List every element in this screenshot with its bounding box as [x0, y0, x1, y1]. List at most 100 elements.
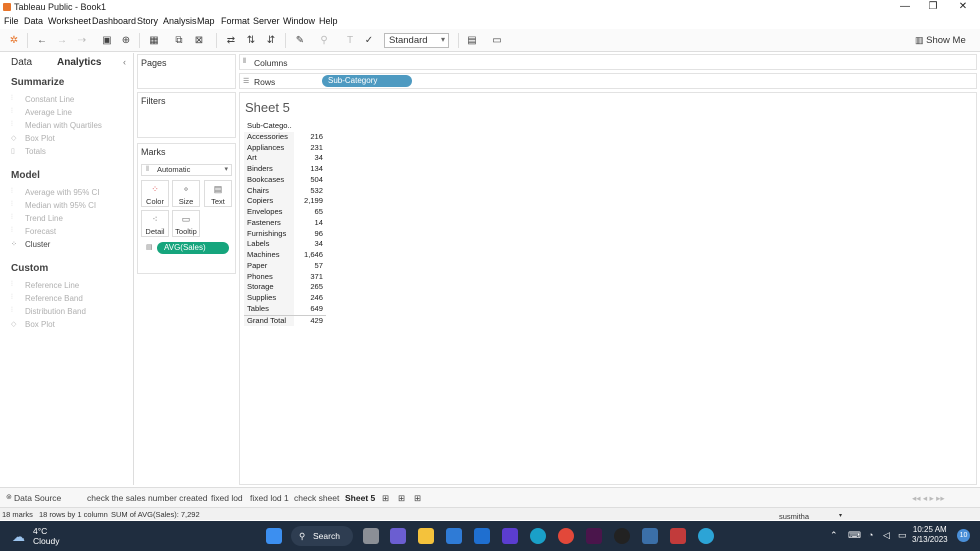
menu-data[interactable]: Data	[24, 16, 43, 26]
item-reference-line[interactable]: Reference Line	[25, 281, 79, 290]
minimize-icon[interactable]: —	[890, 1, 920, 13]
avg-sales-cell[interactable]: 504	[294, 175, 326, 186]
new-story-icon[interactable]: ⊞	[414, 493, 421, 504]
item-trend-line[interactable]: Trend Line	[25, 214, 63, 223]
tab-data[interactable]: Data	[11, 57, 32, 68]
sort-ascending-icon[interactable]: ⇅	[244, 34, 258, 47]
sub-category-cell[interactable]: Bookcases	[244, 174, 294, 186]
group-icon[interactable]: ⚲	[317, 34, 331, 47]
item-median-quartiles[interactable]: Median with Quartiles	[25, 121, 102, 130]
sub-category-pill[interactable]: Sub-Category	[322, 75, 412, 87]
sub-category-cell[interactable]: Tables	[244, 303, 294, 315]
avg-sales-cell[interactable]: 57	[294, 261, 326, 272]
sub-category-cell[interactable]: Paper	[244, 260, 294, 272]
avg-sales-cell[interactable]: 2,199	[294, 196, 326, 207]
store-icon[interactable]	[446, 528, 462, 544]
back-icon[interactable]: ←	[35, 34, 49, 47]
avg-sales-cell[interactable]: 371	[294, 272, 326, 283]
sub-category-cell[interactable]: Art	[244, 153, 294, 164]
size-button[interactable]: ⚬ Size	[172, 180, 200, 207]
globe-icon[interactable]	[698, 528, 714, 544]
slack-icon[interactable]	[586, 528, 602, 544]
new-worksheet-icon[interactable]: ▦	[147, 34, 161, 47]
start-icon[interactable]	[266, 528, 282, 544]
avg-sales-cell[interactable]: 246	[294, 293, 326, 304]
sub-category-cell[interactable]: Labels	[244, 239, 294, 250]
avg-sales-cell[interactable]: 231	[294, 143, 326, 154]
tableau-public-taskbar-icon[interactable]	[670, 528, 686, 544]
highlight-icon[interactable]: ✎	[293, 34, 307, 47]
weather-widget[interactable]: 4°C Cloudy	[33, 526, 59, 546]
grand-total-value[interactable]: 429	[294, 314, 326, 327]
forward-icon[interactable]: →	[55, 34, 69, 47]
avg-sales-cell[interactable]: 134	[294, 164, 326, 175]
detail-button[interactable]: ⁖ Detail	[141, 210, 169, 237]
redo-icon[interactable]: ⇢	[75, 34, 89, 47]
item-distribution-band[interactable]: Distribution Band	[25, 307, 86, 316]
new-sheet-icon[interactable]: ⊞	[382, 493, 389, 504]
item-average-line[interactable]: Average Line	[25, 108, 72, 117]
sheet-title[interactable]: Sheet 5	[245, 100, 290, 115]
tableau-taskbar-icon[interactable]	[642, 528, 658, 544]
tab-sheet-5[interactable]: Sheet 5	[345, 493, 375, 503]
item-constant-line[interactable]: Constant Line	[25, 95, 74, 104]
new-datasource-icon[interactable]: ⊕	[119, 34, 133, 47]
sub-category-cell[interactable]: Storage	[244, 282, 294, 293]
menu-worksheet[interactable]: Worksheet	[48, 16, 91, 26]
media-icon[interactable]	[502, 528, 518, 544]
sub-category-cell[interactable]: Phones	[244, 271, 294, 283]
tab-scroll-icon[interactable]: ◂◂ ◂ ▸ ▸▸	[912, 493, 945, 504]
sub-category-cell[interactable]: Copiers	[244, 196, 294, 207]
clear-sheet-icon[interactable]: ⊠	[192, 34, 206, 47]
sub-category-cell[interactable]: Supplies	[244, 293, 294, 304]
keyboard-icon[interactable]: ⌨	[848, 530, 861, 541]
task-view-icon[interactable]	[363, 528, 379, 544]
item-median-ci[interactable]: Median with 95% CI	[25, 201, 96, 210]
item-reference-band[interactable]: Reference Band	[25, 294, 83, 303]
maximize-icon[interactable]: ❐	[918, 1, 948, 13]
battery-icon[interactable]: ▭	[898, 530, 907, 541]
tab-data-source[interactable]: Data Source	[14, 493, 61, 503]
pin-icon[interactable]: ✓	[362, 34, 376, 47]
menu-map[interactable]: Map	[197, 16, 215, 26]
menu-window[interactable]: Window	[283, 16, 315, 26]
mail-icon[interactable]	[474, 528, 490, 544]
swap-icon[interactable]: ⇄	[224, 34, 238, 47]
presentation-icon[interactable]: ▭	[490, 34, 504, 47]
avg-sales-cell[interactable]: 34	[294, 239, 326, 250]
columns-shelf[interactable]: ⫴ Columns	[239, 54, 977, 70]
tab-analytics[interactable]: Analytics	[57, 57, 101, 68]
menu-help[interactable]: Help	[319, 16, 338, 26]
menu-dashboard[interactable]: Dashboard	[92, 16, 136, 26]
sort-descending-icon[interactable]: ⇵	[264, 34, 278, 47]
avg-sales-cell[interactable]: 649	[294, 304, 326, 315]
text-button[interactable]: ▤ Text	[204, 180, 232, 207]
duplicate-icon[interactable]: ⧉	[172, 34, 186, 47]
pages-card[interactable]: Pages	[137, 54, 236, 89]
taskbar-search[interactable]: ⚲ Search	[291, 526, 353, 546]
cards-icon[interactable]: ▤	[465, 34, 479, 47]
mark-type-select[interactable]: Automatic ⫴ ▾	[141, 164, 232, 176]
show-me-button[interactable]: ▥ Show Me	[915, 35, 966, 46]
avg-sales-cell[interactable]: 1,646	[294, 250, 326, 261]
item-cluster[interactable]: Cluster	[25, 240, 50, 249]
tableau-logo-icon[interactable]: ✲	[7, 34, 21, 47]
chrome-icon[interactable]	[558, 528, 574, 544]
player-icon[interactable]	[614, 528, 630, 544]
tab-fixed-lod[interactable]: fixed lod	[211, 493, 243, 503]
sub-category-cell[interactable]: Chairs	[244, 185, 294, 197]
avg-sales-cell[interactable]: 34	[294, 153, 326, 164]
tooltip-button[interactable]: ▭ Tooltip	[172, 210, 200, 237]
menu-story[interactable]: Story	[137, 16, 158, 26]
wifi-icon[interactable]: ◔	[868, 530, 873, 540]
avg-sales-cell[interactable]: 14	[294, 218, 326, 229]
color-button[interactable]: ⁘ Color	[141, 180, 169, 207]
sub-category-cell[interactable]: Fasteners	[244, 217, 294, 229]
column-header-sub-category[interactable]: Sub-Catego..	[244, 121, 294, 132]
new-dashboard-icon[interactable]: ⊞	[398, 493, 405, 504]
sub-category-cell[interactable]: Envelopes	[244, 207, 294, 218]
file-explorer-icon[interactable]	[418, 528, 434, 544]
avg-sales-cell[interactable]: 216	[294, 132, 326, 143]
sub-category-cell[interactable]: Appliances	[244, 142, 294, 154]
collapse-icon[interactable]: ‹	[123, 57, 126, 67]
